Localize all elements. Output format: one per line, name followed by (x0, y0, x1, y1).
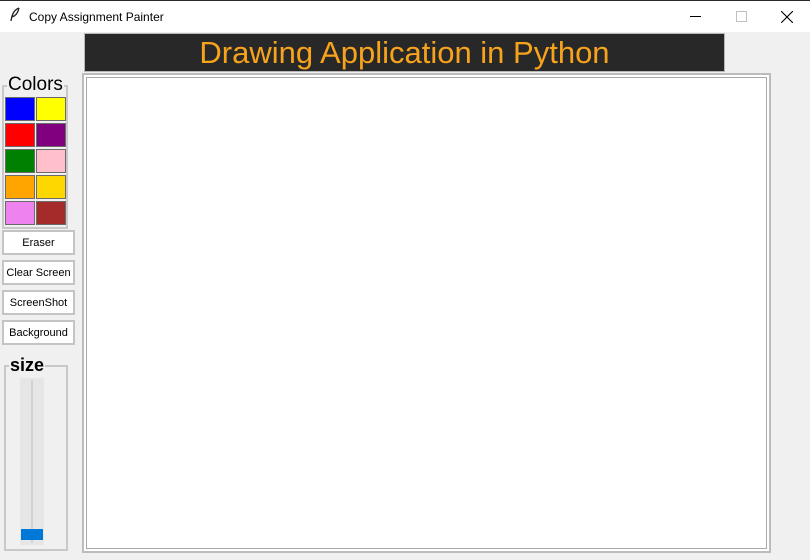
window-title: Copy Assignment Painter (29, 10, 164, 24)
background-button[interactable]: Background (2, 320, 75, 345)
app-title: Drawing Application in Python (199, 35, 610, 70)
swatch-brown[interactable] (36, 201, 66, 225)
swatch-gold[interactable] (36, 175, 66, 199)
swatch-green[interactable] (5, 149, 35, 173)
feather-icon (9, 7, 21, 25)
swatch-red[interactable] (5, 123, 35, 147)
size-label: size (9, 355, 46, 375)
swatch-yellow[interactable] (36, 97, 66, 121)
swatch-purple[interactable] (36, 123, 66, 147)
size-slider-groove (31, 380, 33, 543)
title-bar: Copy Assignment Painter (0, 0, 810, 32)
drawing-canvas-surface[interactable] (86, 77, 767, 549)
colors-label: Colors (7, 74, 64, 95)
screenshot-button[interactable]: ScreenShot (2, 290, 75, 315)
eraser-button[interactable]: Eraser (2, 230, 75, 255)
swatch-blue[interactable] (5, 97, 35, 121)
size-slider-thumb[interactable] (21, 529, 43, 540)
maximize-button[interactable] (718, 1, 764, 32)
swatch-violet[interactable] (5, 201, 35, 225)
swatch-orange[interactable] (5, 175, 35, 199)
close-button[interactable] (764, 1, 810, 32)
minimize-button[interactable] (672, 1, 718, 32)
swatch-pink[interactable] (36, 149, 66, 173)
app-header: Drawing Application in Python (84, 33, 725, 72)
drawing-canvas[interactable] (82, 73, 771, 553)
clear-screen-button[interactable]: Clear Screen (2, 260, 75, 285)
